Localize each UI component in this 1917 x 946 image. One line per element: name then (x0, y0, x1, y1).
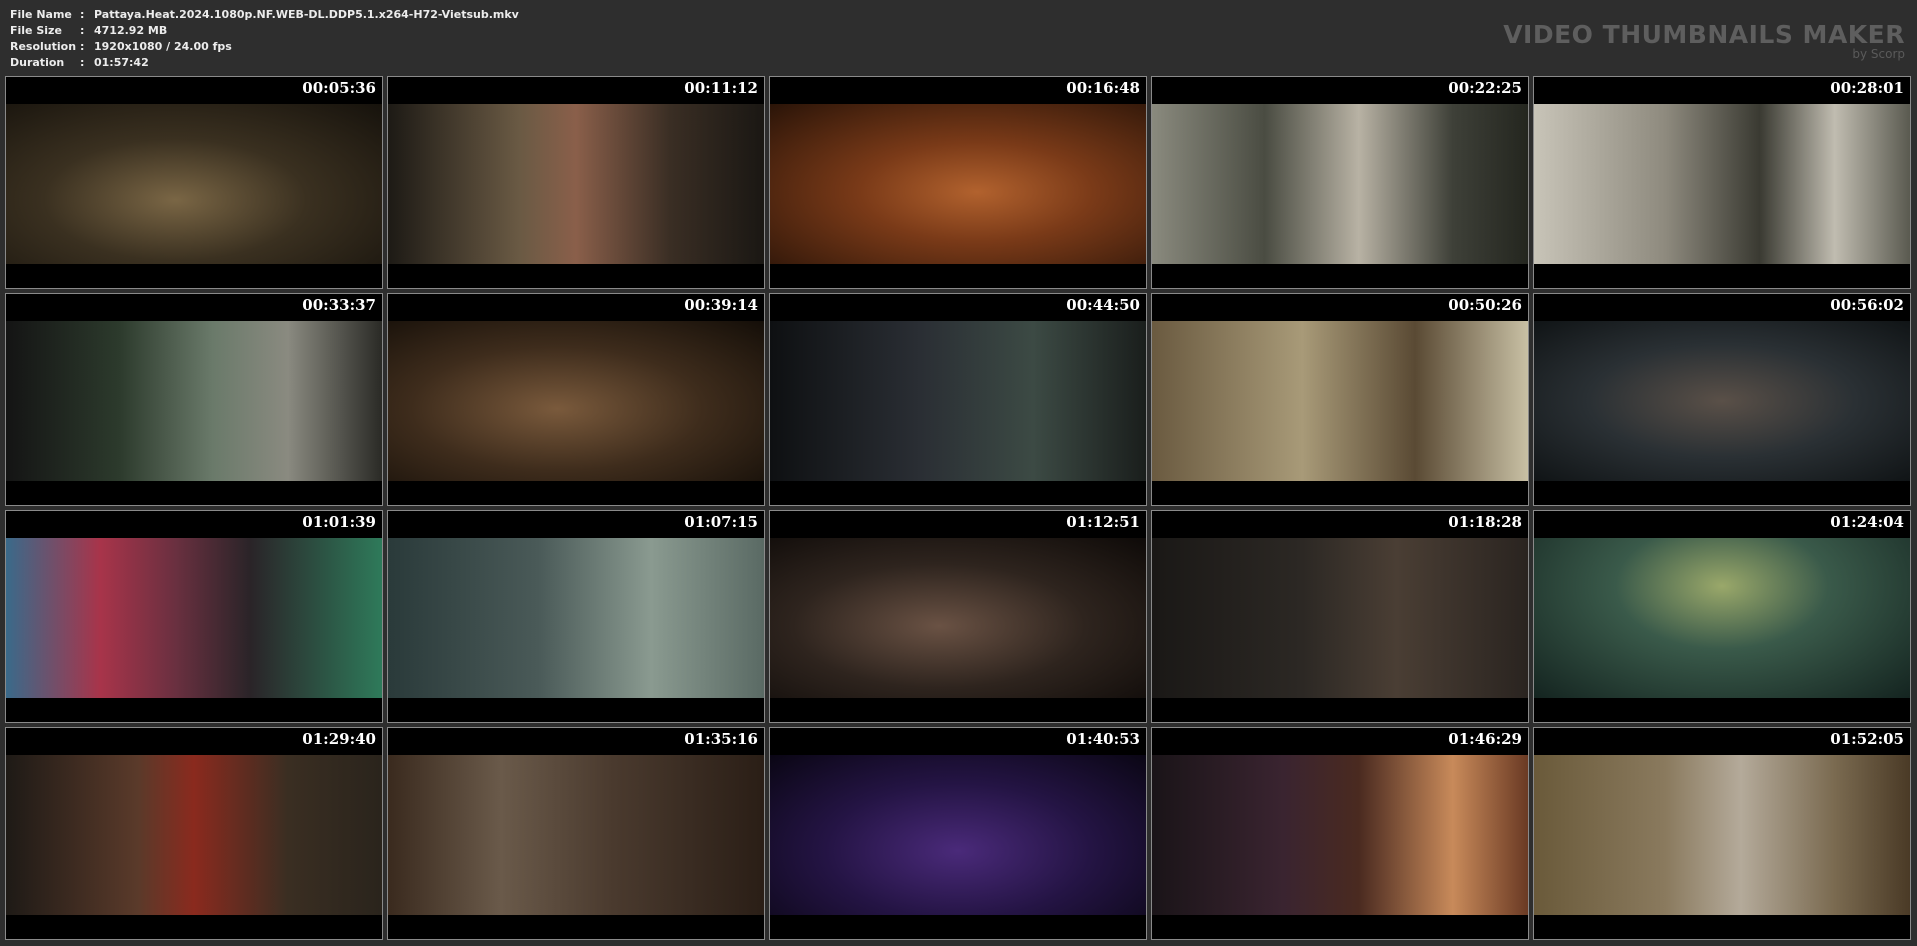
frame-image (1152, 321, 1528, 481)
timecode: 01:29:40 (302, 730, 376, 748)
thumbnail[interactable]: 00:11:12 (387, 76, 765, 289)
thumbnail[interactable]: 01:52:05 (1533, 727, 1911, 940)
frame-image (770, 755, 1146, 915)
frame-image (1534, 321, 1910, 481)
timecode: 00:33:37 (302, 296, 376, 314)
timecode: 01:24:04 (1830, 513, 1904, 531)
frame-image (1534, 538, 1910, 698)
file-size-row: File Size : 4712.92 MB (10, 23, 519, 39)
timecode: 00:39:14 (684, 296, 758, 314)
timecode: 01:01:39 (302, 513, 376, 531)
thumbnail[interactable]: 00:33:37 (5, 293, 383, 506)
frame-image (6, 755, 382, 915)
file-size-label: File Size (10, 24, 62, 37)
frame-image (1534, 755, 1910, 915)
timecode: 01:07:15 (684, 513, 758, 531)
resolution-label: Resolution (10, 40, 77, 53)
resolution-row: Resolution : 1920x1080 / 24.00 fps (10, 39, 519, 55)
frame-image (770, 104, 1146, 264)
separator: : (80, 8, 85, 21)
duration-label: Duration (10, 56, 65, 69)
frame-image (1152, 755, 1528, 915)
brand-subtitle: by Scorp (1852, 47, 1905, 61)
frame-image (1152, 104, 1528, 264)
timecode: 00:11:12 (684, 79, 758, 97)
timecode: 01:40:53 (1066, 730, 1140, 748)
thumbnail[interactable]: 01:40:53 (769, 727, 1147, 940)
thumbnail[interactable]: 00:28:01 (1533, 76, 1911, 289)
thumbnail[interactable]: 00:05:36 (5, 76, 383, 289)
timecode: 00:44:50 (1066, 296, 1140, 314)
frame-image (1152, 538, 1528, 698)
separator: : (80, 56, 85, 69)
thumbnail[interactable]: 00:56:02 (1533, 293, 1911, 506)
separator: : (80, 40, 85, 53)
brand-title: VIDEO THUMBNAILS MAKER (1503, 20, 1905, 49)
timecode: 00:16:48 (1066, 79, 1140, 97)
frame-image (770, 321, 1146, 481)
thumbnail[interactable]: 00:50:26 (1151, 293, 1529, 506)
thumbnail[interactable]: 01:07:15 (387, 510, 765, 723)
timecode: 01:46:29 (1448, 730, 1522, 748)
timecode: 01:35:16 (684, 730, 758, 748)
duration-row: Duration : 01:57:42 (10, 55, 519, 71)
frame-image (6, 538, 382, 698)
timecode: 00:50:26 (1448, 296, 1522, 314)
frame-image (388, 755, 764, 915)
duration-value: 01:57:42 (94, 56, 149, 69)
thumbnail[interactable]: 00:22:25 (1151, 76, 1529, 289)
file-name-row: File Name : Pattaya.Heat.2024.1080p.NF.W… (10, 7, 519, 23)
timecode: 00:05:36 (302, 79, 376, 97)
thumbnail[interactable]: 01:01:39 (5, 510, 383, 723)
thumbnail-grid: 00:05:36 00:11:12 00:16:48 00:22:25 00:2… (5, 76, 1911, 940)
thumbnail[interactable]: 01:24:04 (1533, 510, 1911, 723)
timecode: 00:56:02 (1830, 296, 1904, 314)
frame-image (6, 321, 382, 481)
timecode: 01:52:05 (1830, 730, 1904, 748)
thumbnail[interactable]: 00:39:14 (387, 293, 765, 506)
frame-image (1534, 104, 1910, 264)
frame-image (770, 538, 1146, 698)
thumbnail[interactable]: 01:18:28 (1151, 510, 1529, 723)
timecode: 01:12:51 (1066, 513, 1140, 531)
frame-image (388, 538, 764, 698)
thumbnail[interactable]: 00:16:48 (769, 76, 1147, 289)
timecode: 00:28:01 (1830, 79, 1904, 97)
file-name-value: Pattaya.Heat.2024.1080p.NF.WEB-DL.DDP5.1… (94, 8, 519, 21)
thumbnail[interactable]: 00:44:50 (769, 293, 1147, 506)
frame-image (6, 104, 382, 264)
file-info-panel: File Name : Pattaya.Heat.2024.1080p.NF.W… (10, 7, 519, 71)
thumbnail[interactable]: 01:12:51 (769, 510, 1147, 723)
file-name-label: File Name (10, 8, 72, 21)
timecode: 00:22:25 (1448, 79, 1522, 97)
file-size-value: 4712.92 MB (94, 24, 168, 37)
thumbnail[interactable]: 01:29:40 (5, 727, 383, 940)
timecode: 01:18:28 (1448, 513, 1522, 531)
frame-image (388, 104, 764, 264)
resolution-value: 1920x1080 / 24.00 fps (94, 40, 232, 53)
thumbnail[interactable]: 01:35:16 (387, 727, 765, 940)
frame-image (388, 321, 764, 481)
separator: : (80, 24, 85, 37)
thumbnail[interactable]: 01:46:29 (1151, 727, 1529, 940)
brand-watermark: VIDEO THUMBNAILS MAKER by Scorp (1503, 20, 1905, 61)
